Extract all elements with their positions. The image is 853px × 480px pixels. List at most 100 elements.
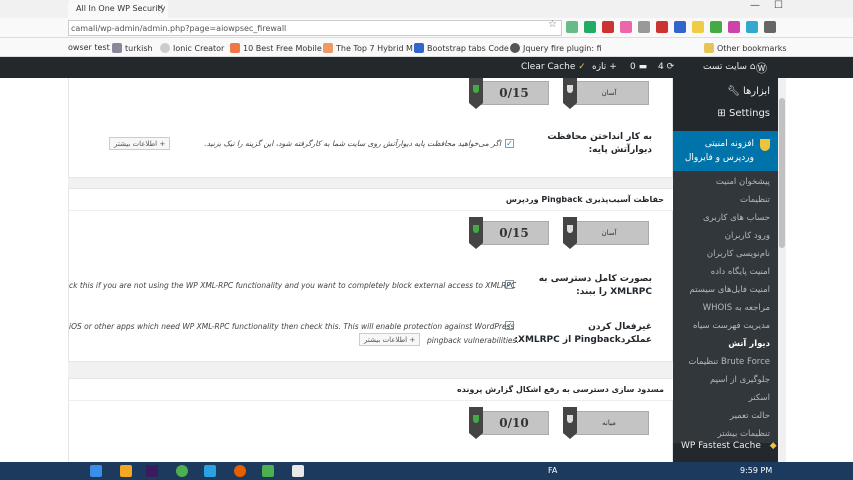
basic-firewall-description: اگر می‌خواهید محافظت پایه دیوارآتش روی س… <box>204 139 501 148</box>
minimize-icon[interactable]: — <box>750 0 760 11</box>
site-name-link[interactable]: سایت تست ⌂ <box>703 62 755 72</box>
bookmark-icon <box>414 43 424 53</box>
difficulty-badge: آسان <box>569 81 649 105</box>
score-badge: 0/10 <box>479 411 549 435</box>
more-info-button[interactable]: + اطلاعات بیشتر <box>109 137 171 150</box>
extension-icon[interactable] <box>638 21 650 33</box>
extension-icon[interactable] <box>602 21 614 33</box>
security-points-badge: 0/15 آسان <box>469 217 649 249</box>
bookmark-item[interactable]: turkish <box>112 43 153 53</box>
extension-icon[interactable] <box>746 21 758 33</box>
debug-log-box: مسدود سازی دسترسی به رفع اشکال گزارش پرو… <box>68 378 673 462</box>
language-indicator[interactable]: FA <box>548 466 557 475</box>
clear-cache-button[interactable]: Clear Cache ✓ <box>521 62 586 72</box>
scrollbar-thumb[interactable] <box>779 98 785 248</box>
window-controls: — ☐ <box>750 0 783 11</box>
close-icon[interactable]: × <box>156 3 164 13</box>
app-icon[interactable] <box>204 465 216 477</box>
sidebar-item-settings[interactable]: Settings ⊞ <box>717 108 770 119</box>
section-heading: حفاظت آسیب‌پذیری Pingback وردپرس <box>69 189 673 211</box>
admin-sidebar: ابزارها 🔧︎ Settings ⊞ افزونه امنیتی وردپ… <box>673 78 778 462</box>
page-scrollbar[interactable] <box>778 78 786 462</box>
new-content-button[interactable]: تازه + <box>592 62 617 72</box>
submenu-item[interactable]: امنیت فایل‌های سیستم <box>690 285 770 295</box>
app-icon[interactable] <box>146 465 158 477</box>
extension-icon[interactable] <box>620 21 632 33</box>
bookmark-item[interactable]: owser test <box>68 43 110 52</box>
sidebar-item-fastest-cache[interactable]: WP Fastest Cache ◆ <box>673 436 778 456</box>
submenu-item[interactable]: حالت تعمیر <box>730 411 770 421</box>
extension-icon[interactable] <box>674 21 686 33</box>
basic-firewall-label: به کار انداختن محافظت دیوارآتش پایه: <box>547 132 652 155</box>
sidebar-item-security-plugin[interactable]: افزونه امنیتی وردپرس و فایروال <box>673 131 778 171</box>
bookmarks-bar: owser test turkish Ionic Creator 10 Best… <box>0 38 853 57</box>
home-icon: ⌂ <box>749 62 756 72</box>
score-badge: 0/15 <box>479 221 549 245</box>
browser-tab[interactable]: All In One WP Security & × <box>68 0 168 18</box>
submenu-item[interactable]: اسکنر <box>749 393 770 403</box>
firefox-icon[interactable] <box>234 465 246 477</box>
shield-icon <box>760 139 770 151</box>
bookmark-item[interactable]: Jquery fire plugin: fi <box>510 43 602 53</box>
submenu-item-firewall[interactable]: دیوار آتش <box>728 339 770 349</box>
updates-button[interactable]: 4 ⟳ <box>658 62 674 72</box>
bookmark-item[interactable]: Ionic Creator <box>160 43 224 53</box>
browser-tab-bar: All In One WP Security & × — ☐ <box>0 0 853 18</box>
submenu-item[interactable]: مدیریت فهرست سیاه <box>693 321 770 331</box>
star-icon[interactable]: ☆ <box>548 19 557 30</box>
extension-icon[interactable] <box>710 21 722 33</box>
chrome-icon[interactable] <box>176 465 188 477</box>
wp-admin-bar: Clear Cache ✓ تازه + 0 ▬ 4 ⟳ سایت تست ⌂ … <box>0 57 853 78</box>
bookmark-item[interactable]: Other bookmarks <box>704 43 787 53</box>
submenu-item[interactable]: تنظیمات <box>740 195 770 205</box>
cache-icon: ✓ <box>578 62 586 72</box>
submenu-item[interactable]: مراجعه به WHOIS <box>703 303 770 313</box>
bookmark-icon <box>160 43 170 53</box>
submenu-item[interactable]: پیشخوان امنیت <box>716 177 770 187</box>
submenu-item[interactable]: امنیت پایگاه داده <box>711 267 770 277</box>
bookmark-icon <box>510 43 520 53</box>
submenu-item[interactable]: نام‌نویسی کاربران <box>707 249 770 259</box>
app-icon[interactable] <box>90 465 102 477</box>
submenu-item[interactable]: حساب های کاربری <box>703 213 770 223</box>
difficulty-badge: آسان <box>569 221 649 245</box>
shield-ribbon-icon <box>563 407 577 439</box>
menu-icon[interactable] <box>764 21 776 33</box>
tab-title: All In One WP Security & <box>76 4 168 13</box>
submenu-item[interactable]: جلوگیری از اسپم <box>710 375 770 385</box>
app-icon[interactable] <box>120 465 132 477</box>
bookmark-item[interactable]: Bootstrap tabs Code <box>414 43 509 53</box>
sidebar-submenu: پیشخوان امنیت تنظیمات حساب های کاربری ور… <box>673 171 778 443</box>
submenu-item[interactable]: ورود کاربران <box>725 231 770 241</box>
pingback-label: غیرفعال کردن عملکردPingback از XMLRPC: <box>514 322 652 345</box>
extension-icon[interactable] <box>728 21 740 33</box>
shield-ribbon-icon <box>469 407 483 439</box>
bookmark-item[interactable]: The Top 7 Hybrid M <box>323 43 413 53</box>
clock[interactable]: 9:59 PM <box>740 466 772 475</box>
security-points-badge: 0/15 آسان <box>469 78 649 109</box>
bookmark-icon <box>230 43 240 53</box>
wordpress-logo-icon[interactable]: Ⓦ <box>756 60 767 76</box>
more-info-button[interactable]: + اطلاعات بیشتر <box>359 333 421 346</box>
maximize-icon[interactable]: ☐ <box>774 0 783 11</box>
wrench-icon: 🔧︎ <box>727 86 740 97</box>
basic-firewall-checkbox[interactable]: ✓ <box>505 139 514 148</box>
app-icon[interactable] <box>292 465 304 477</box>
url-field[interactable]: camali/wp-admin/admin.php?page=aiowpsec_… <box>68 20 562 36</box>
shield-ribbon-icon <box>469 217 483 249</box>
address-bar: camali/wp-admin/admin.php?page=aiowpsec_… <box>0 18 853 38</box>
pingback-protection-box: حفاظت آسیب‌پذیری Pingback وردپرس 0/15 آس… <box>68 188 673 362</box>
sidebar-item-tools[interactable]: ابزارها 🔧︎ <box>727 86 770 97</box>
bookmark-item[interactable]: 10 Best Free Mobile <box>230 43 322 53</box>
extension-icon[interactable] <box>584 21 596 33</box>
shield-ribbon-icon <box>469 78 483 109</box>
submenu-item[interactable]: Brute Force تنظیمات <box>688 357 770 367</box>
extension-icon[interactable] <box>656 21 668 33</box>
app-icon[interactable] <box>262 465 274 477</box>
windows-taskbar: FA 9:59 PM <box>0 462 853 480</box>
extension-icon[interactable] <box>692 21 704 33</box>
pingback-description-2: pingback vulnerabilities. <box>427 336 519 345</box>
refresh-icon: ⟳ <box>666 62 675 72</box>
extension-icon[interactable] <box>566 21 578 33</box>
comments-button[interactable]: 0 ▬ <box>630 62 647 72</box>
